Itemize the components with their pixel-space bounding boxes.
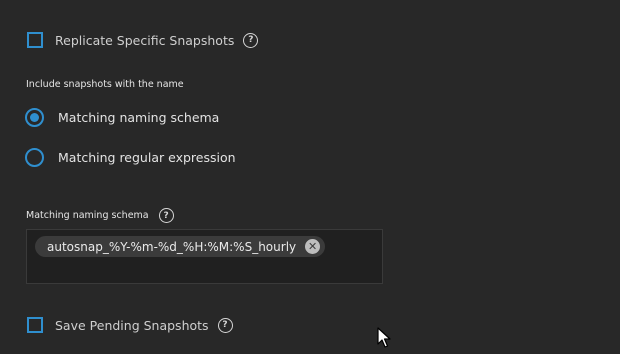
help-icon[interactable]: ?	[158, 208, 174, 223]
radio-naming-schema-label: Matching naming schema	[58, 110, 220, 125]
save-pending-checkbox[interactable]	[27, 317, 43, 333]
radio-option-regex[interactable]: Matching regular expression	[25, 148, 236, 167]
save-pending-label: Save Pending Snapshots	[55, 317, 209, 333]
help-icon[interactable]: ?	[217, 317, 233, 333]
naming-schema-chip-input[interactable]: autosnap_%Y-%m-%d_%H:%M:%S_hourly ✕	[26, 229, 383, 284]
save-pending-row[interactable]: Save Pending Snapshots ?	[27, 317, 233, 333]
mouse-cursor-icon	[377, 327, 391, 348]
include-snapshots-label: Include snapshots with the name	[26, 79, 184, 90]
chip-label: autosnap_%Y-%m-%d_%H:%M:%S_hourly	[47, 239, 297, 254]
replicate-specific-label: Replicate Specific Snapshots	[55, 32, 235, 48]
naming-schema-field-label: Matching naming schema	[26, 210, 149, 221]
replicate-specific-row[interactable]: Replicate Specific Snapshots ?	[27, 32, 259, 48]
replicate-specific-checkbox[interactable]	[27, 32, 43, 48]
naming-schema-chip: autosnap_%Y-%m-%d_%H:%M:%S_hourly ✕	[35, 236, 326, 257]
radio-regex-label: Matching regular expression	[58, 150, 236, 165]
radio-selected-dot	[30, 113, 39, 122]
chip-remove-icon[interactable]: ✕	[305, 239, 321, 254]
naming-schema-field-header: Matching naming schema ?	[26, 208, 174, 223]
radio-option-naming-schema[interactable]: Matching naming schema	[25, 108, 219, 127]
radio-regex[interactable]	[25, 148, 44, 167]
radio-naming-schema[interactable]	[25, 108, 44, 127]
help-icon[interactable]: ?	[243, 32, 259, 48]
